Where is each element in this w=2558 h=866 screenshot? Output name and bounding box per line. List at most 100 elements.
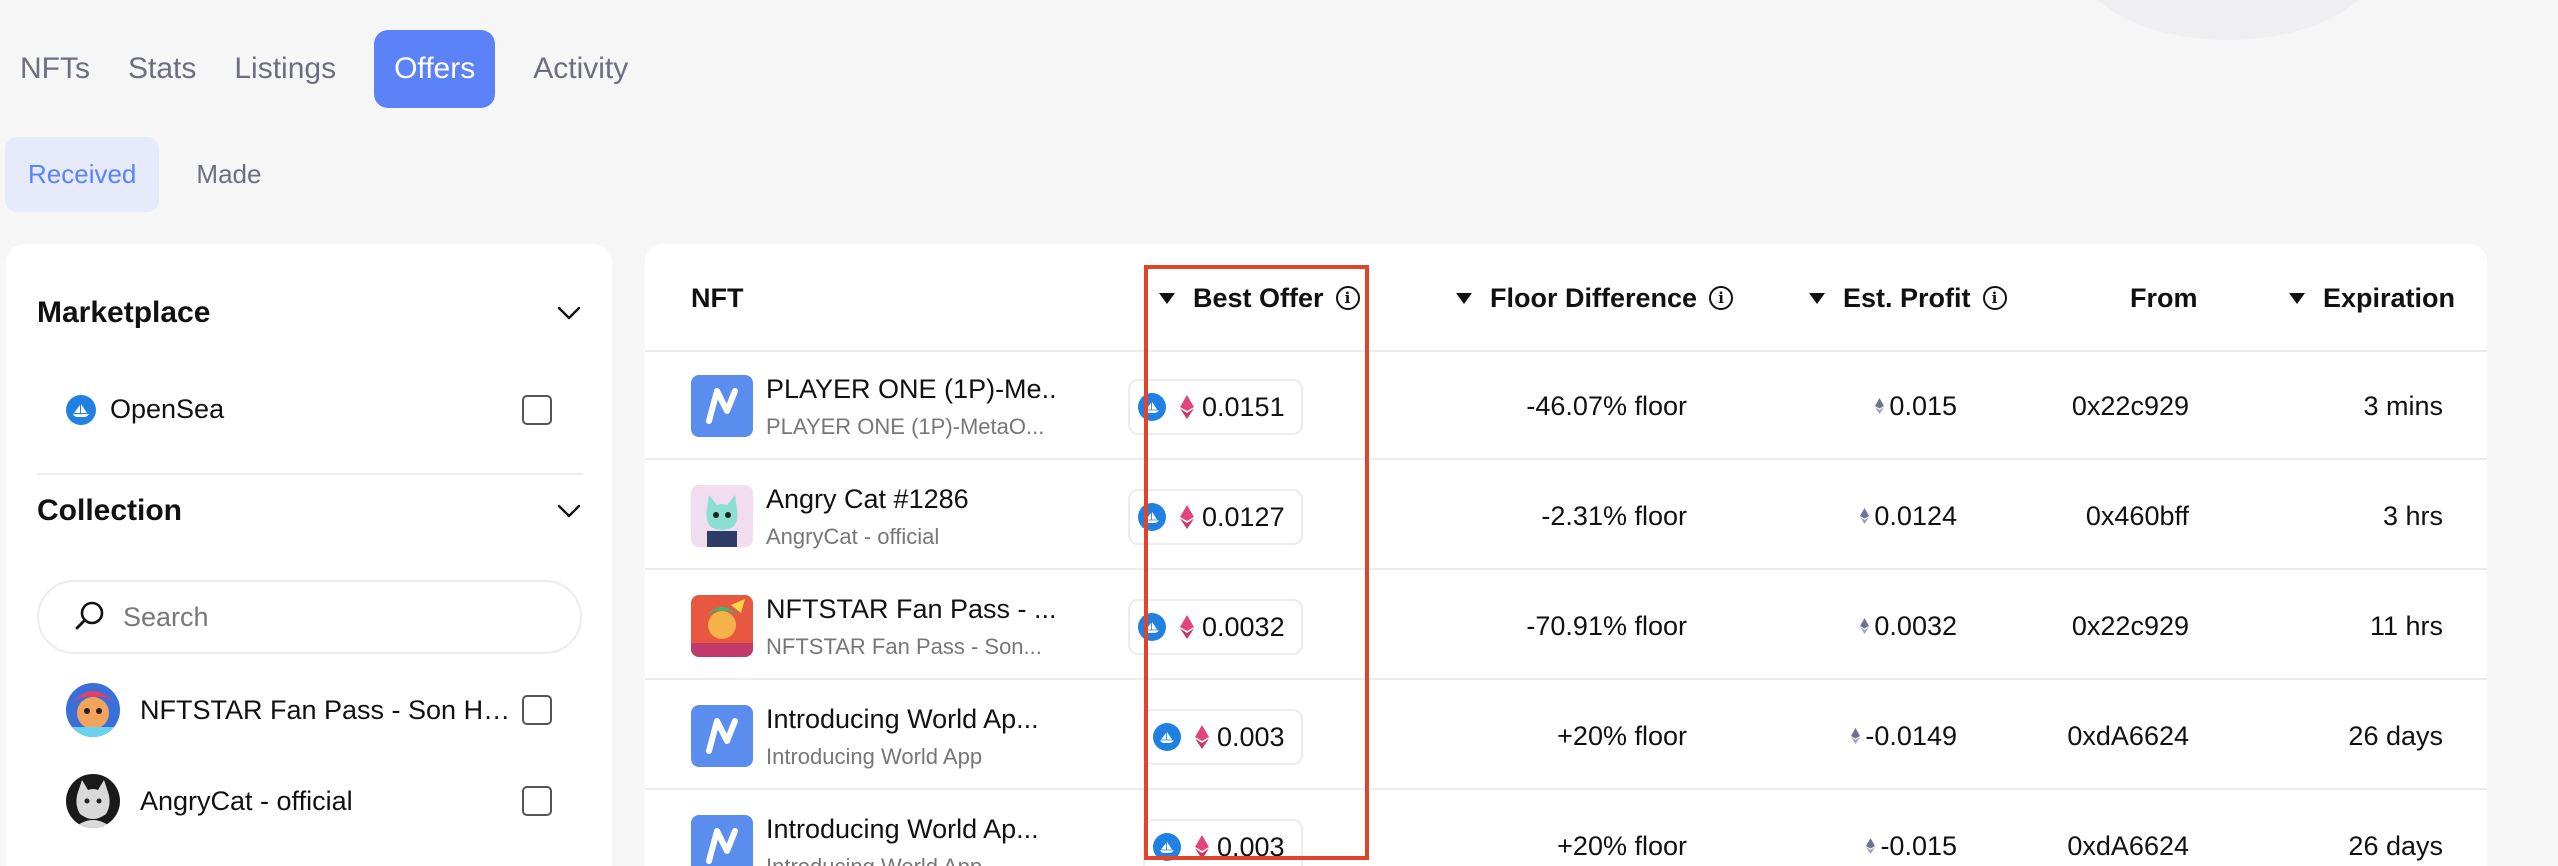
floor-difference: +20% floor [1557,830,1687,861]
tab-stats[interactable]: Stats [109,30,215,108]
info-icon[interactable]: i [1982,286,2007,310]
collection-option-nftstar[interactable]: NFTSTAR Fan Pass - Son Heu... [66,683,552,737]
nft-thumbnail [691,595,753,657]
best-offer-pill[interactable]: 0.003 [1143,709,1303,765]
best-offer-pill[interactable]: 0.0032 [1128,599,1303,655]
info-icon[interactable]: i [1709,286,1734,310]
opensea-icon [1153,723,1181,751]
est-profit-value: 0.015 [1889,390,1957,421]
eth-icon [1180,615,1194,639]
eth-icon [1866,838,1876,854]
table-row[interactable]: NFTSTAR Fan Pass - ... NFTSTAR Fan Pass … [645,572,2487,680]
nft-collection: NFTSTAR Fan Pass - Son... [766,634,1042,659]
est-profit: 0.0032 [1685,572,1957,680]
floor-difference: +20% floor [1557,720,1687,751]
best-offer-value: 0.003 [1217,721,1285,752]
best-offer-value: 0.0127 [1202,501,1285,532]
opensea-icon [66,394,96,425]
table-row[interactable]: Introducing World Ap... Introducing Worl… [645,682,2487,790]
est-profit: 0.015 [1685,352,1957,460]
collection-section-header[interactable]: Collection [37,494,582,528]
col-from-label: From [2130,282,2198,313]
opensea-icon [1138,503,1166,531]
marketplace-option-opensea[interactable]: OpenSea [66,394,552,425]
floor-difference: -2.31% floor [1541,500,1687,531]
col-best-offer-label: Best Offer [1193,282,1324,313]
nft-name[interactable]: PLAYER ONE (1P)-Me... [766,374,1056,405]
floor-difference: -46.07% floor [1526,390,1687,421]
offer-sub-tabs: Received Made [5,137,284,212]
best-offer-pill[interactable]: 0.0151 [1128,379,1303,435]
best-offer-pill[interactable]: 0.0127 [1128,489,1303,545]
subtab-received[interactable]: Received [5,137,160,212]
best-offer-pill[interactable]: 0.003 [1143,819,1303,866]
nft-collection: AngryCat - official [766,524,940,549]
angrycat-checkbox[interactable] [522,786,552,816]
marketplace-title: Marketplace [37,296,211,329]
eth-icon [1195,835,1209,859]
expiration: 11 hrs [2369,610,2443,641]
eth-icon [1875,398,1885,414]
from-address[interactable]: 0xdA6624 [1975,792,2189,866]
option-label: OpenSea [110,394,225,424]
from-address[interactable]: 0xdA6624 [1975,682,2189,790]
top-tabs: NFTs Stats Listings Offers Activity [0,30,647,108]
est-profit: -0.015 [1685,792,1957,866]
col-est-profit[interactable]: Est. Profit i [1809,244,2007,352]
nft-collection: Introducing World App [766,744,983,769]
eth-icon [1180,395,1194,419]
expiration: 26 days [2348,830,2443,861]
expiration: 3 mins [2363,390,2443,421]
tab-nfts[interactable]: NFTs [0,30,109,108]
col-expiration-label: Expiration [2323,282,2456,313]
offers-table: NFT Best Offer i Floor Difference i Est.… [645,244,2487,866]
marketplace-section-header[interactable]: Marketplace [37,296,582,330]
eth-icon [1860,508,1870,524]
col-from: From [2130,244,2198,352]
nft-name[interactable]: Angry Cat #1286 [766,484,1056,515]
best-offer-value: 0.0032 [1202,611,1285,642]
nft-name[interactable]: NFTSTAR Fan Pass - ... [766,594,1056,625]
opensea-checkbox[interactable] [522,394,552,425]
est-profit-value: -0.0149 [1865,720,1957,751]
col-expiration[interactable]: Expiration [2289,244,2455,352]
table-header: NFT Best Offer i Floor Difference i Est.… [645,244,2487,352]
nft-thumbnail [691,375,753,437]
subtab-made[interactable]: Made [173,137,284,212]
col-floor-difference-label: Floor Difference [1490,282,1698,313]
collection-title: Collection [37,494,183,527]
tab-offers[interactable]: Offers [374,30,496,108]
nft-thumbnail [691,485,753,547]
collection-search-input[interactable] [123,601,580,633]
opensea-icon [1138,613,1166,641]
nft-collection: PLAYER ONE (1P)-MetaO... [766,414,1045,439]
table-row[interactable]: Introducing World Ap... Introducing Worl… [645,792,2487,866]
est-profit-value: -0.015 [1880,830,1957,861]
collection-option-angrycat[interactable]: AngryCat - official [66,774,552,828]
nft-name[interactable]: Introducing World Ap... [766,814,1056,845]
col-floor-difference[interactable]: Floor Difference i [1456,244,1734,352]
from-address[interactable]: 0x22c929 [1975,572,2189,680]
nftstar-checkbox[interactable] [522,695,552,725]
collection-search[interactable] [37,580,582,654]
col-est-profit-label: Est. Profit [1843,282,1971,313]
from-address[interactable]: 0x22c929 [1975,352,2189,460]
best-offer-value: 0.003 [1217,831,1285,862]
sort-arrow-icon [2289,292,2305,304]
nft-name[interactable]: Introducing World Ap... [766,704,1056,735]
search-icon [73,598,107,637]
option-label: AngryCat - official [140,785,353,816]
chevron-down-icon[interactable] [556,498,582,524]
col-best-offer[interactable]: Best Offer i [1159,244,1360,352]
est-profit: -0.0149 [1685,682,1957,790]
est-profit: 0.0124 [1685,462,1957,570]
from-address[interactable]: 0x460bff [1975,462,2189,570]
opensea-icon [1153,833,1181,861]
tab-listings[interactable]: Listings [215,30,355,108]
info-icon[interactable]: i [1335,286,1360,310]
table-row[interactable]: Angry Cat #1286 AngryCat - official 0.01… [645,462,2487,570]
chevron-down-icon[interactable] [556,300,582,326]
eth-icon [1851,728,1861,744]
tab-activity[interactable]: Activity [514,30,647,108]
table-row[interactable]: PLAYER ONE (1P)-Me... PLAYER ONE (1P)-Me… [645,352,2487,460]
